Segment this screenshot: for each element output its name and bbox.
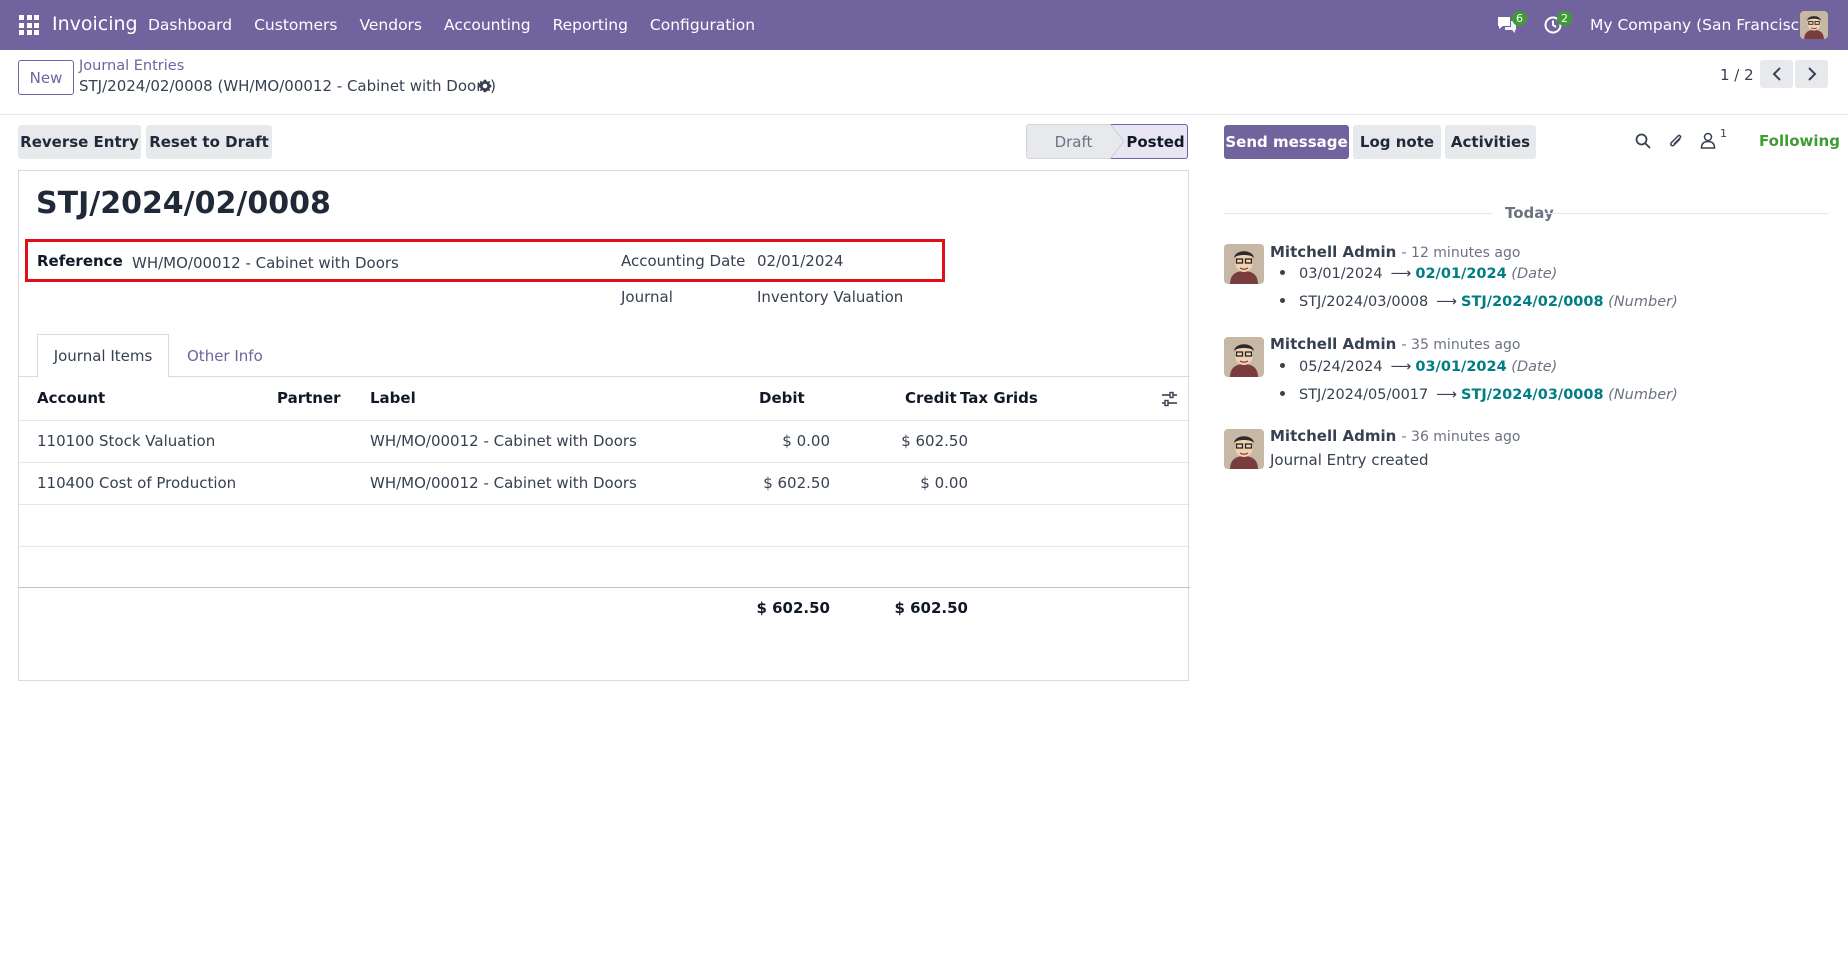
breadcrumb-journal-entries[interactable]: Journal Entries (79, 58, 184, 74)
col-partner[interactable]: Partner (277, 389, 341, 407)
avatar[interactable] (1224, 244, 1264, 284)
row-account: 110400 Cost of Production (37, 474, 237, 492)
message-author: Mitchell Admin - 35 minutes ago (1270, 335, 1520, 353)
tab-other-info[interactable]: Other Info (187, 334, 263, 377)
menu-accounting[interactable]: Accounting (444, 16, 531, 34)
tracking-new-value: 03/01/2024 (1415, 359, 1507, 375)
user-avatar[interactable] (1800, 11, 1828, 39)
paperclip-icon[interactable] (1668, 132, 1684, 150)
status-bar: Draft Posted (1026, 124, 1188, 159)
author-name[interactable]: Mitchell Admin (1270, 335, 1396, 353)
author-name[interactable]: Mitchell Admin (1270, 243, 1396, 261)
gear-icon[interactable] (478, 79, 492, 93)
tab-journal-items[interactable]: Journal Items (37, 334, 169, 378)
message-time: - 35 minutes ago (1401, 337, 1521, 353)
arrow-right-icon: ⟶ (1390, 266, 1412, 282)
tracking-line: 05/24/2024 ⟶ 03/01/2024 (Date) (1280, 359, 1557, 375)
row-account: 110100 Stock Valuation (37, 432, 216, 450)
message-time: - 12 minutes ago (1401, 245, 1521, 261)
tracking-old-value: 03/01/2024 (1299, 266, 1383, 282)
tracking-old-value: STJ/2024/03/0008 (1299, 294, 1429, 310)
messages-badge: 6 (1512, 11, 1527, 26)
form-sheet: STJ/2024/02/0008 Reference WH/MO/00012 -… (18, 170, 1190, 681)
tracking-old-value: 05/24/2024 (1299, 359, 1383, 375)
col-account[interactable]: Account (37, 389, 105, 407)
row-credit: $ 602.50 (901, 432, 968, 450)
reference-field[interactable]: WH/MO/00012 - Cabinet with Doors (132, 254, 399, 272)
message-time: - 36 minutes ago (1401, 429, 1521, 445)
log-note-button[interactable]: Log note (1353, 125, 1441, 159)
activities-badge: 2 (1557, 11, 1572, 26)
tracking-line: STJ/2024/03/0008 ⟶ STJ/2024/02/0008 (Numbe… (1280, 294, 1678, 310)
new-button[interactable]: New (18, 60, 74, 95)
total-credit: $ 602.50 (894, 599, 968, 617)
pager-previous-button[interactable] (1760, 60, 1793, 88)
menu-configuration[interactable]: Configuration (650, 16, 755, 34)
followers-icon[interactable] (1700, 132, 1716, 149)
col-tax-grids[interactable]: Tax Grids (960, 389, 1038, 407)
row-credit: $ 0.00 (920, 474, 968, 492)
row-label: WH/MO/00012 - Cabinet with Doors (370, 474, 637, 492)
arrow-right-icon: ⟶ (1436, 294, 1458, 310)
tracking-field: (Date) (1511, 266, 1558, 282)
following-button[interactable]: Following (1759, 132, 1840, 150)
status-arrow-shape (1110, 124, 1124, 159)
col-debit[interactable]: Debit (759, 389, 805, 407)
arrow-right-icon: ⟶ (1390, 359, 1412, 375)
divider (1224, 213, 1492, 214)
activities-button[interactable]: Activities (1445, 125, 1536, 159)
row-label: WH/MO/00012 - Cabinet with Doors (370, 432, 637, 450)
accounting-date-label: Accounting Date (621, 252, 746, 270)
tracking-field: (Number) (1608, 387, 1678, 403)
breadcrumb-current: STJ/2024/02/0008 (WH/MO/00012 - Cabinet … (79, 77, 497, 95)
avatar[interactable] (1224, 429, 1264, 469)
notebook-tabs: Journal Items Other Info (19, 334, 1190, 378)
message-body: Journal Entry created (1270, 451, 1429, 469)
reverse-entry-button[interactable]: Reverse Entry (18, 125, 141, 159)
chevron-right-icon (1807, 67, 1816, 81)
chevron-left-icon (1772, 67, 1781, 81)
col-credit[interactable]: Credit (905, 389, 957, 407)
tracking-new-value: STJ/2024/02/0008 (1461, 294, 1604, 310)
followers-count: 1 (1720, 127, 1727, 140)
control-panel: New Journal Entries STJ/2024/02/0008 (WH… (0, 50, 1848, 115)
author-name[interactable]: Mitchell Admin (1270, 427, 1396, 445)
menu-reporting[interactable]: Reporting (553, 16, 628, 34)
arrow-right-icon: ⟶ (1436, 387, 1458, 403)
reset-to-draft-button[interactable]: Reset to Draft (146, 125, 272, 159)
tracking-old-value: STJ/2024/05/0017 (1299, 387, 1429, 403)
reference-label: Reference (37, 252, 123, 270)
menu-dashboard[interactable]: Dashboard (148, 16, 232, 34)
status-draft[interactable]: Draft (1026, 124, 1110, 159)
message-author: Mitchell Admin - 36 minutes ago (1270, 427, 1520, 445)
avatar[interactable] (1224, 337, 1264, 377)
tracking-new-value: 02/01/2024 (1415, 266, 1507, 282)
tracking-field: (Number) (1608, 294, 1678, 310)
company-switcher[interactable]: My Company (San Francisco) (1590, 16, 1815, 34)
search-icon[interactable] (1635, 133, 1651, 149)
pager-value[interactable]: 1 / 2 (1720, 66, 1754, 84)
menu-vendors[interactable]: Vendors (359, 16, 422, 34)
main-menu: Dashboard Customers Vendors Accounting R… (148, 16, 777, 34)
send-message-button[interactable]: Send message (1224, 125, 1349, 159)
journal-label: Journal (621, 288, 673, 306)
top-navbar: Invoicing Dashboard Customers Vendors Ac… (0, 0, 1848, 50)
app-name[interactable]: Invoicing (52, 13, 138, 35)
entry-title: STJ/2024/02/0008 (36, 186, 331, 221)
apps-menu-icon[interactable] (19, 15, 39, 35)
col-label[interactable]: Label (370, 389, 416, 407)
pager-next-button[interactable] (1795, 60, 1828, 88)
tracking-field: (Date) (1511, 359, 1558, 375)
journal-field[interactable]: Inventory Valuation (757, 288, 903, 306)
message-author: Mitchell Admin - 12 minutes ago (1270, 243, 1520, 261)
divider (1545, 213, 1829, 214)
tracking-line: STJ/2024/05/0017 ⟶ STJ/2024/03/0008 (Numbe… (1280, 387, 1678, 403)
accounting-date-field[interactable]: 02/01/2024 (757, 252, 843, 270)
column-settings-icon[interactable] (1161, 391, 1178, 407)
tracking-line: 03/01/2024 ⟶ 02/01/2024 (Date) (1280, 266, 1557, 282)
tracking-new-value: STJ/2024/03/0008 (1461, 387, 1604, 403)
menu-customers[interactable]: Customers (254, 16, 337, 34)
